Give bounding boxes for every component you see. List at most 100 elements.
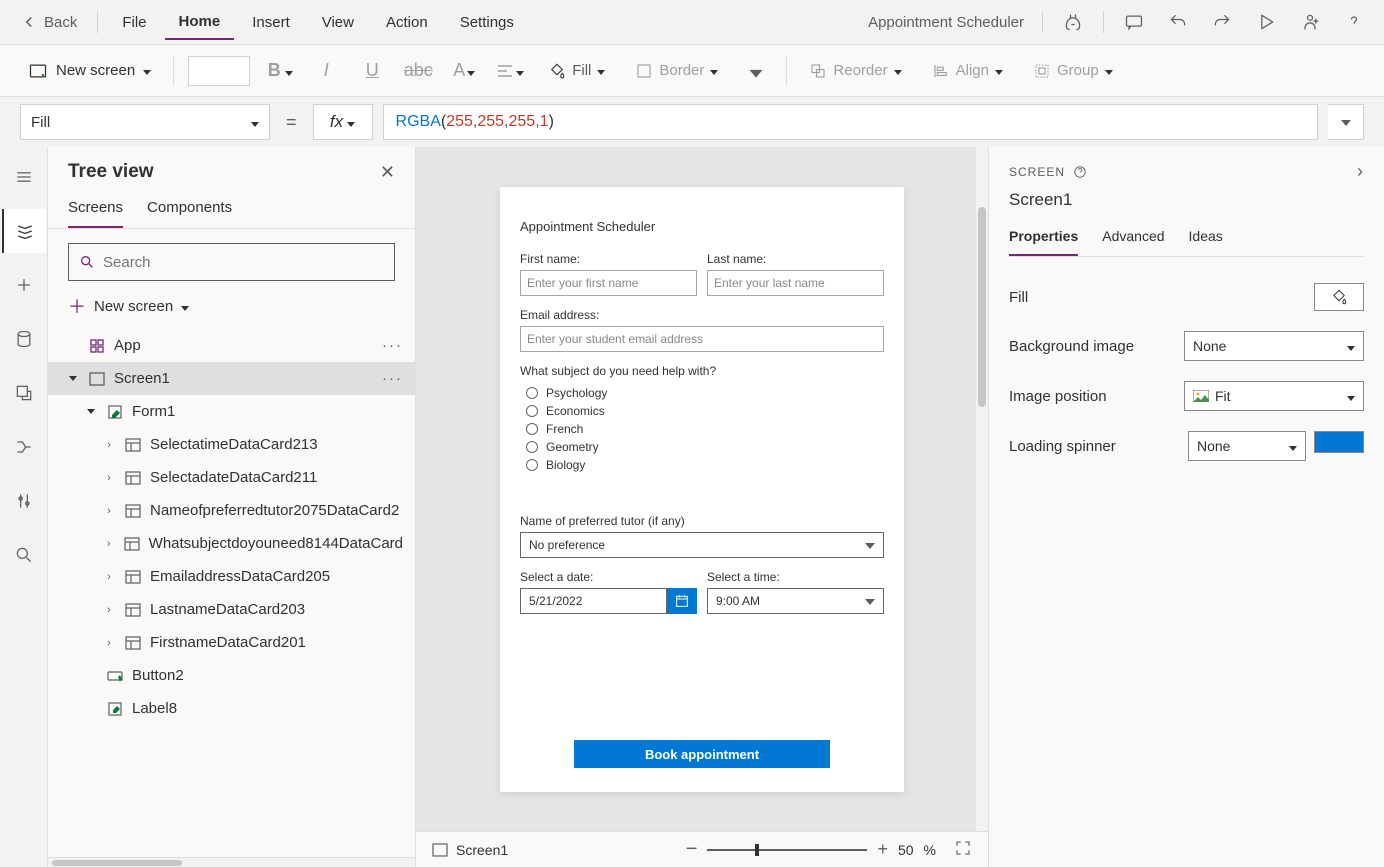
expand-props-button[interactable]: › [1357, 161, 1364, 182]
tree-search-input[interactable] [103, 254, 384, 271]
font-color-button[interactable]: A [448, 55, 480, 87]
more-options-button[interactable]: ··· [382, 337, 403, 354]
insert-button[interactable] [2, 263, 46, 307]
strikethrough-button[interactable]: abc [402, 55, 434, 87]
close-icon[interactable]: ✕ [380, 162, 395, 183]
menu-file[interactable]: File [108, 6, 160, 39]
fit-screen-button[interactable] [954, 839, 972, 860]
tutor-select[interactable]: No preference [520, 532, 884, 558]
media-button[interactable] [2, 371, 46, 415]
spinner-color-picker[interactable] [1314, 431, 1364, 453]
fx-button[interactable]: fx [313, 104, 373, 140]
subject-radio-option[interactable]: French [520, 420, 884, 438]
subject-radio-option[interactable]: Geometry [520, 438, 884, 456]
more-options-button[interactable]: ··· [382, 370, 403, 387]
tree-item[interactable]: ›EmailaddressDataCard205 [48, 560, 415, 593]
email-input[interactable] [520, 326, 884, 352]
tree-item[interactable]: ›SelectadateDataCard211 [48, 461, 415, 494]
tree-item[interactable]: Screen1··· [48, 362, 415, 395]
play-icon[interactable] [1246, 2, 1286, 42]
font-family-select[interactable] [188, 56, 250, 86]
property-select[interactable]: Fill [20, 104, 270, 140]
menu-view[interactable]: View [308, 6, 368, 39]
undo-icon[interactable] [1158, 2, 1198, 42]
tab-properties[interactable]: Properties [1009, 222, 1078, 256]
zoom-out-button[interactable]: − [686, 838, 698, 861]
tools-button[interactable] [2, 479, 46, 523]
tree-item[interactable]: Label8 [48, 692, 415, 725]
chevron-right-icon[interactable]: › [102, 538, 115, 550]
tree-item[interactable]: Form1 [48, 395, 415, 428]
data-button[interactable] [2, 317, 46, 361]
back-button[interactable]: Back [10, 7, 87, 37]
subject-radio-option[interactable]: Biology [520, 456, 884, 474]
fill-color-picker[interactable] [1314, 283, 1364, 311]
time-select[interactable]: 9:00 AM [707, 588, 884, 614]
chevron-right-icon[interactable]: › [102, 505, 116, 517]
reorder-button[interactable]: Reorder [801, 58, 909, 84]
chevron-right-icon[interactable]: › [102, 439, 116, 451]
tab-ideas[interactable]: Ideas [1189, 222, 1223, 256]
flows-button[interactable] [2, 425, 46, 469]
tree-item[interactable]: ›SelectatimeDataCard213 [48, 428, 415, 461]
calendar-icon[interactable] [667, 588, 697, 614]
redo-icon[interactable] [1202, 2, 1242, 42]
bold-button[interactable]: B [264, 55, 296, 87]
new-screen-button[interactable]: New screen [20, 55, 159, 87]
tree-search[interactable] [68, 243, 395, 281]
align-objects-button[interactable]: Align [924, 58, 1011, 84]
app-preview-screen[interactable]: Appointment Scheduler First name: Last n… [500, 187, 904, 792]
img-pos-select[interactable]: Fit [1184, 381, 1364, 411]
app-checker-icon[interactable] [1053, 2, 1093, 42]
search-button[interactable] [2, 533, 46, 577]
comments-icon[interactable] [1114, 2, 1154, 42]
zoom-in-button[interactable]: + [877, 839, 888, 860]
canvas-vertical-scrollbar[interactable] [976, 147, 988, 831]
book-button[interactable]: Book appointment [574, 740, 830, 768]
tab-screens[interactable]: Screens [68, 191, 123, 228]
tree-item[interactable]: Button2 [48, 659, 415, 692]
last-name-input[interactable] [707, 270, 884, 296]
tree-item[interactable]: ›Whatsubjectdoyouneed8144DataCard [48, 527, 415, 560]
chevron-right-icon[interactable]: › [102, 571, 116, 583]
subject-radio-option[interactable]: Psychology [520, 384, 884, 402]
border-button[interactable]: Border [627, 58, 726, 84]
formula-expand-button[interactable] [1328, 104, 1364, 140]
menu-settings[interactable]: Settings [446, 6, 528, 39]
chevron-right-icon[interactable]: › [102, 637, 116, 649]
tab-components[interactable]: Components [147, 191, 232, 228]
formula-input[interactable]: RGBA(255, 255, 255, 1) [383, 104, 1318, 140]
menu-home[interactable]: Home [165, 5, 235, 40]
align-button[interactable] [494, 55, 526, 87]
tree-new-screen[interactable]: ＋ New screen [68, 293, 395, 319]
tree-item[interactable]: ›Nameofpreferredtutor2075DataCard2 [48, 494, 415, 527]
help-icon[interactable] [1334, 2, 1374, 42]
status-screen-select[interactable]: Screen1 [432, 842, 508, 858]
tree-item[interactable]: App··· [48, 329, 415, 362]
menu-insert[interactable]: Insert [238, 6, 304, 39]
underline-button[interactable]: U [356, 55, 388, 87]
expand-button[interactable] [740, 55, 772, 87]
bg-image-select[interactable]: None [1184, 331, 1364, 361]
chevron-down-icon[interactable] [66, 376, 80, 381]
hamburger-button[interactable] [2, 155, 46, 199]
group-button[interactable]: Group [1025, 58, 1121, 84]
date-picker[interactable]: 5/21/2022 [520, 588, 697, 614]
info-icon[interactable] [1073, 165, 1087, 179]
spinner-select[interactable]: None [1188, 431, 1306, 461]
share-icon[interactable] [1290, 2, 1330, 42]
chevron-right-icon[interactable]: › [102, 604, 116, 616]
tab-advanced[interactable]: Advanced [1102, 222, 1164, 256]
chevron-right-icon[interactable]: › [102, 472, 116, 484]
zoom-slider[interactable] [707, 849, 867, 851]
fill-button[interactable]: Fill [540, 58, 613, 84]
first-name-input[interactable] [520, 270, 697, 296]
tree-view-button[interactable] [2, 209, 46, 253]
tree-item[interactable]: ›FirstnameDataCard201 [48, 626, 415, 659]
tree-item[interactable]: ›LastnameDataCard203 [48, 593, 415, 626]
menu-action[interactable]: Action [372, 6, 442, 39]
subject-radio-option[interactable]: Economics [520, 402, 884, 420]
canvas-viewport[interactable]: Appointment Scheduler First name: Last n… [416, 147, 988, 831]
tree-horizontal-scrollbar[interactable] [48, 857, 415, 867]
italic-button[interactable]: I [310, 55, 342, 87]
